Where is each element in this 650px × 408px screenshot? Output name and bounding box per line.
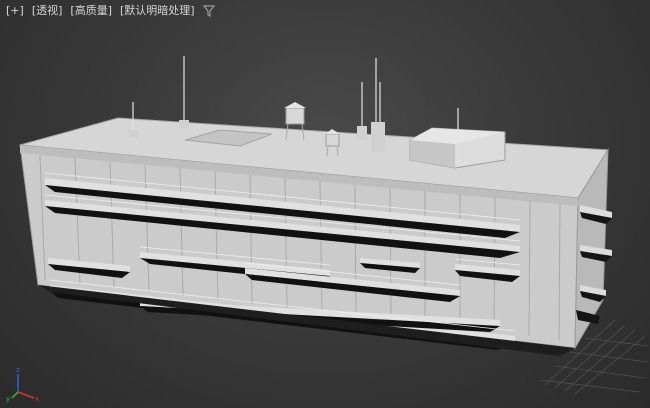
axis-x-label: x	[35, 395, 39, 403]
axis-z-label: z	[16, 366, 20, 374]
axis-gizmo-icon: x y z	[6, 366, 39, 403]
filter-icon[interactable]	[202, 5, 215, 17]
axis-y-label: y	[6, 395, 10, 403]
scene-canvas[interactable]	[0, 0, 650, 408]
viewport-point-of-view-menu[interactable]: [透视]	[28, 3, 67, 19]
viewport-shading-menu[interactable]: [默认明暗处理]	[116, 3, 199, 19]
viewport-general-menu[interactable]: [+]	[2, 3, 28, 19]
viewport-label-bar: [+] [透视] [高质量] [默认明暗处理]	[2, 3, 215, 19]
perspective-viewport[interactable]: [+] [透视] [高质量] [默认明暗处理] x y z	[0, 0, 650, 408]
viewport-quality-menu[interactable]: [高质量]	[66, 3, 116, 19]
